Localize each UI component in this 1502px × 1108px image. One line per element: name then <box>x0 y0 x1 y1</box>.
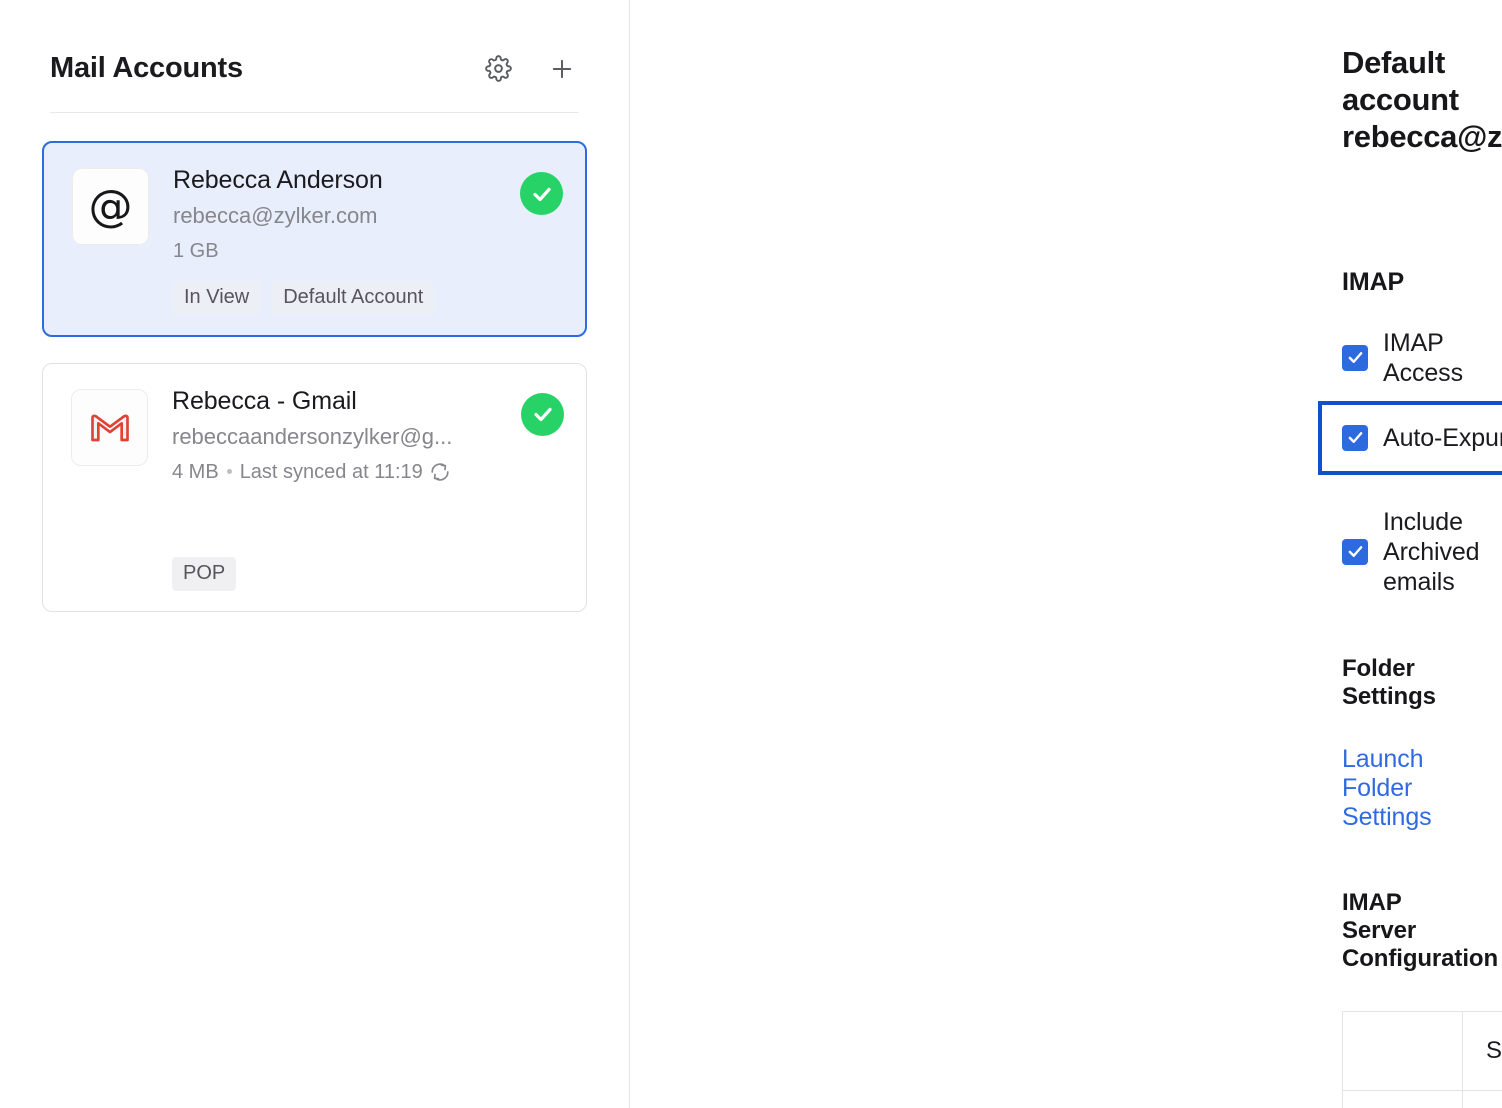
account-settings-panel: Default account rebecca@zylker.com IMAP … <box>630 0 1502 1108</box>
account-email: rebeccaandersonzylker@g... <box>172 423 521 451</box>
sidebar-header: Mail Accounts <box>0 0 629 85</box>
imap-section-heading: IMAP <box>1342 268 1472 297</box>
account-name: Rebecca Anderson <box>173 165 520 196</box>
separator-dot <box>227 469 232 474</box>
account-size: 1 GB <box>173 238 219 264</box>
launch-folder-settings-link[interactable]: Launch Folder Settings <box>1342 745 1472 832</box>
imap-server-config-heading: IMAP Server Configuration <box>1342 889 1472 973</box>
account-card-row: Rebecca - Gmail rebeccaandersonzylker@g.… <box>71 386 564 485</box>
col-server-host: Server/ Host <box>1463 1011 1502 1090</box>
table-row: In imappro.zoho.com 993 SSL <box>1343 1090 1502 1108</box>
tag-default-account: Default Account <box>272 281 434 315</box>
account-card-row: @ Rebecca Anderson rebecca@zylker.com 1 … <box>72 165 563 264</box>
table-header-row: Server/ Host Port Mode <box>1343 1011 1502 1090</box>
account-details: Rebecca Anderson rebecca@zylker.com 1 GB <box>149 165 520 264</box>
sidebar-header-actions <box>483 54 581 84</box>
cell-direction: In <box>1343 1090 1463 1108</box>
account-size: 4 MB <box>172 459 219 485</box>
account-list: @ Rebecca Anderson rebecca@zylker.com 1 … <box>0 113 629 612</box>
at-icon: @ <box>72 168 149 245</box>
gmail-m-glyph <box>90 412 130 443</box>
account-storage: 4 MB Last synced at 11:19 <box>172 459 521 485</box>
refresh-icon[interactable] <box>429 461 451 483</box>
verified-check-icon <box>520 172 563 215</box>
auto-expunge-row[interactable]: Auto-Expunge Emails <box>1318 401 1502 475</box>
tag-in-view: In View <box>173 281 260 315</box>
cell-host: imappro.zoho.com <box>1463 1090 1502 1108</box>
folder-settings-heading: Folder Settings <box>1342 655 1472 711</box>
settings-screen: Mail Accounts <box>0 0 1502 1108</box>
gmail-icon <box>71 389 148 466</box>
imap-access-label: IMAP Access <box>1383 328 1472 388</box>
account-name: Rebecca - Gmail <box>172 386 521 417</box>
auto-expunge-label: Auto-Expunge Emails <box>1383 423 1502 453</box>
include-archived-label: Include Archived emails <box>1383 507 1479 597</box>
account-email: rebecca@zylker.com <box>173 202 520 230</box>
account-details: Rebecca - Gmail rebeccaandersonzylker@g.… <box>148 386 521 485</box>
account-storage: 1 GB <box>173 238 520 264</box>
include-archived-row[interactable]: Include Archived emails <box>1342 507 1472 597</box>
auto-expunge-checkbox[interactable] <box>1342 425 1368 451</box>
account-settings-title: Default account rebecca@zylker.com <box>1342 44 1472 156</box>
page-title: Mail Accounts <box>50 52 483 85</box>
account-card-rebecca-anderson[interactable]: @ Rebecca Anderson rebecca@zylker.com 1 … <box>42 141 587 337</box>
account-card-rebecca-gmail[interactable]: Rebecca - Gmail rebeccaandersonzylker@g.… <box>42 363 587 612</box>
at-glyph: @ <box>89 185 133 229</box>
gear-icon[interactable] <box>483 54 513 84</box>
tag-pop: POP <box>172 557 236 591</box>
mail-accounts-sidebar: Mail Accounts <box>0 0 630 1108</box>
include-archived-checkbox[interactable] <box>1342 539 1368 565</box>
imap-access-row[interactable]: IMAP Access <box>1342 328 1472 388</box>
account-tags: In View Default Account <box>72 281 563 315</box>
account-tags: POP <box>71 557 564 591</box>
col-direction <box>1343 1011 1463 1090</box>
account-sync-status: Last synced at 11:19 <box>240 459 423 485</box>
verified-check-icon <box>521 393 564 436</box>
imap-server-config-table: Server/ Host Port Mode In imappro.zoho.c… <box>1342 1011 1502 1108</box>
plus-icon[interactable] <box>547 54 577 84</box>
imap-access-checkbox[interactable] <box>1342 345 1368 371</box>
